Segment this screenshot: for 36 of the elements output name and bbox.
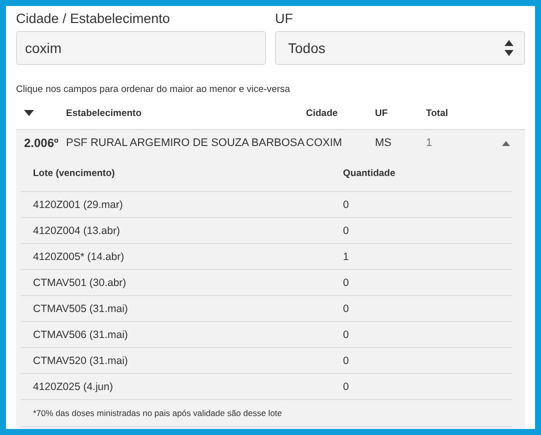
column-header: Quantidade [343,168,396,179]
column-header[interactable]: Estabelecimento [66,108,306,118]
table-cell-text: 0 [343,276,350,288]
table-cell-text: CTMAV506 (31.mai) [32,328,129,340]
column-header[interactable]: Total [426,108,486,118]
table-cell-text: 4120Z005* (14.abr) [32,250,126,262]
hint-text: Clique nos campos para ordenar do maior ao menor e vice-versa [16,83,292,97]
uf-select[interactable]: Todos [275,31,525,65]
table-cell-text: 0 [343,354,350,366]
column-header[interactable]: UF [375,108,426,118]
table-cell-text: 0 [343,224,350,236]
table-cell-text: 0 [343,328,350,340]
table-cell-text: CTMAV520 (31.mai) [32,354,129,366]
table-cell-text: CTMAV505 (31.mai) [32,302,129,314]
table-cell-text: 0 [343,302,350,314]
sort-arrows-icon [504,39,514,57]
table-cell-text: 4120Z001 (29.mar) [32,198,124,210]
table-cell-text: 4120Z004 (13.abr) [32,224,121,236]
table-cell-text: 1 [343,250,350,262]
table-cell-text: COXIM [306,137,344,149]
search-field[interactable]: coxim [16,31,266,65]
field-label: UF [275,10,294,28]
table-cell-text: 0 [343,198,350,210]
table-cell-text: CTMAV501 (30.abr) [32,276,128,288]
caret-icon[interactable] [502,140,510,146]
table-cell: PSF RURAL ARGEMIRO DE SOUZA BARBOSA [66,137,306,149]
field-label: Cidade / Estabelecimento [16,10,171,28]
table-cell-text: 4120Z025 (4.jun) [32,380,114,392]
rank-cell-text: 2.006º [23,136,60,150]
column-header: Lote (vencimento) [32,168,116,179]
table-cell-text: MS [375,137,392,149]
footnote: *70% das doses ministradas no pais após validade são desse lote [21,400,512,427]
table-cell-text: 0 [343,380,350,392]
table-cell-text: 1 [426,137,434,149]
column-header[interactable]: Cidade [306,108,375,118]
sort-down-icon[interactable] [24,110,34,116]
